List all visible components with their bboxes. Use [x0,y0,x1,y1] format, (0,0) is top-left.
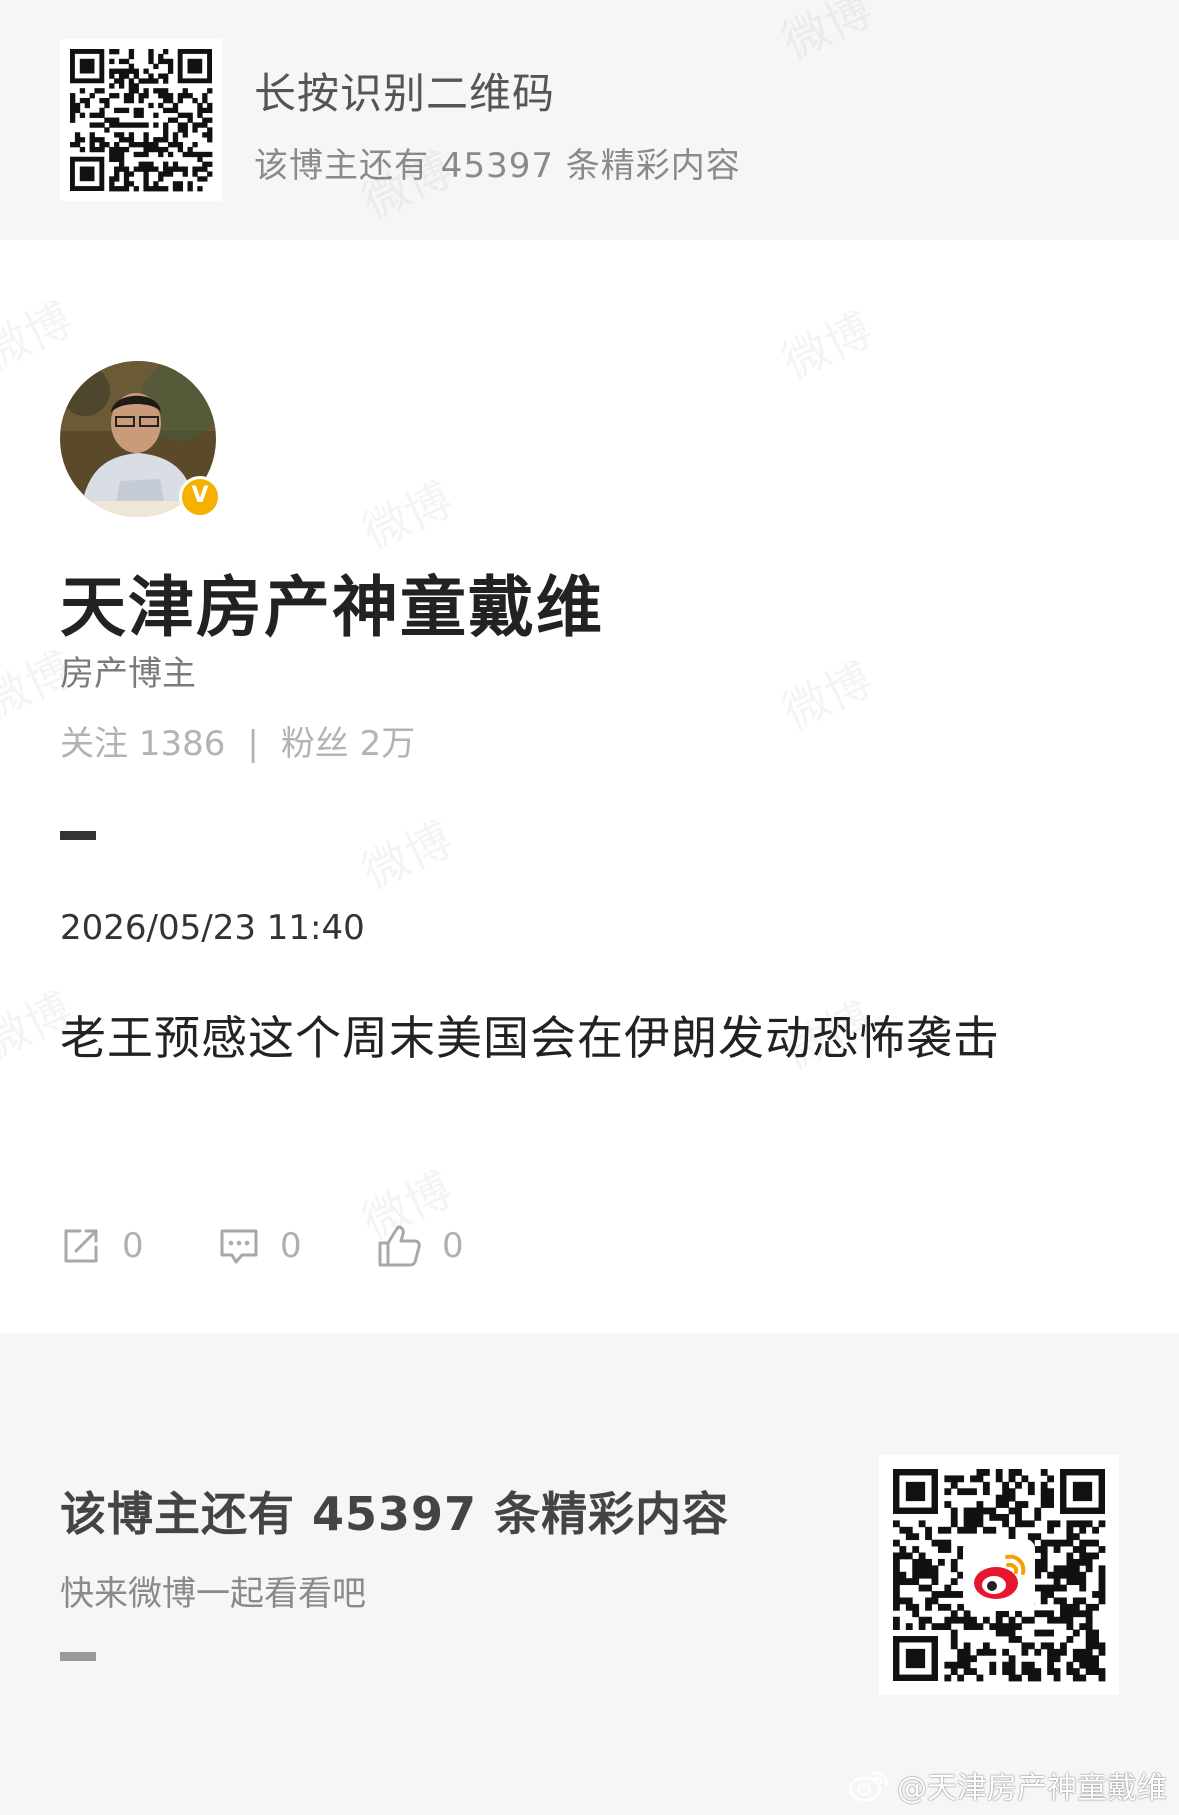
repost-button[interactable]: 0 [60,1221,144,1271]
like-count: 0 [442,1226,464,1266]
credit-handle: @天津房产神童戴维 [897,1771,1167,1806]
profile-qr-code[interactable] [60,39,222,201]
post-card: V 天津房产神童戴维 房产博主 关注 1386 | 粉丝 2万 2026/05/23… [0,240,1179,1333]
weibo-credit: @天津房产神童戴维 [847,1763,1167,1807]
footer-title: 该博主还有 45397 条精彩内容 [60,1487,730,1541]
banner-subtitle: 该博主还有 45397 条精彩内容 [254,146,741,186]
stats-separator: | [247,724,259,764]
comment-count: 0 [280,1226,302,1266]
comment-button[interactable]: 0 [218,1221,302,1271]
following-count[interactable]: 关注 1386 [60,724,225,764]
banner-title: 长按识别二维码 [254,69,556,118]
footer-divider [60,1652,96,1661]
profile-bio: 房产博主 [60,654,196,694]
post-timestamp: 2026/05/23 11:40 [60,908,365,948]
footer-subtitle: 快来微博一起看看吧 [60,1574,366,1614]
thumbs-up-icon [376,1223,422,1269]
profile-stats: 关注 1386 | 粉丝 2万 [60,716,415,765]
like-button[interactable]: 0 [376,1221,464,1271]
weibo-logo-icon [963,1539,1035,1611]
comment-icon [218,1225,260,1267]
repost-count: 0 [122,1226,144,1266]
share-icon [60,1225,102,1267]
verified-badge-icon: V [179,476,221,518]
section-divider [60,831,96,840]
profile-name[interactable]: 天津房产神童戴维 [60,554,604,650]
weibo-outline-icon [848,1771,888,1802]
followers-count[interactable]: 粉丝 2万 [281,724,415,764]
top-banner: 长按识别二维码 该博主还有 45397 条精彩内容 [0,0,1179,240]
weibo-qr-code[interactable] [879,1455,1119,1695]
post-text: 老王预感这个周末美国会在伊朗发动恐怖袭击 [60,1011,1000,1065]
